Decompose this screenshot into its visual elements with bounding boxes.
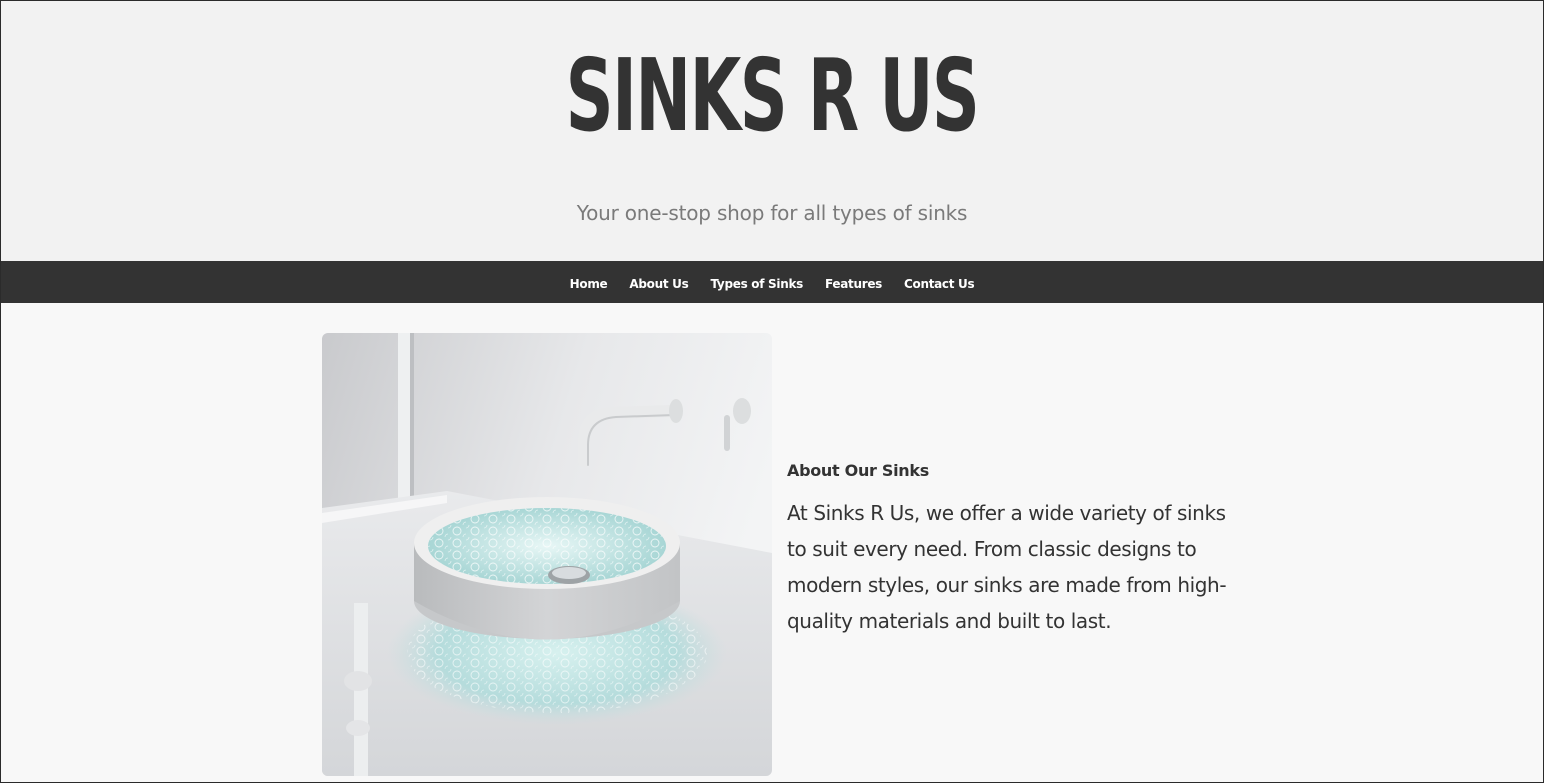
sink-product-image — [322, 333, 772, 776]
nav-item-features: Features — [825, 273, 882, 292]
sink-illustration — [322, 333, 772, 776]
nav-list: Home About Us Types of Sinks Features Co… — [1, 261, 1543, 303]
nav-item-contact-us: Contact Us — [904, 273, 975, 292]
nav-link-features[interactable]: Features — [825, 277, 882, 291]
site-header: SINKS R US Your one-stop shop for all ty… — [1, 1, 1543, 261]
nav-link-about-us[interactable]: About Us — [629, 277, 688, 291]
nav-item-home: Home — [570, 273, 608, 292]
nav-item-about-us: About Us — [629, 273, 688, 292]
nav-link-home[interactable]: Home — [570, 277, 608, 291]
about-heading: About Our Sinks — [787, 461, 929, 480]
site-tagline: Your one-stop shop for all types of sink… — [576, 201, 968, 225]
main-navigation: Home About Us Types of Sinks Features Co… — [1, 261, 1543, 303]
about-description: At Sinks R Us, we offer a wide variety o… — [787, 501, 1227, 633]
nav-item-types-of-sinks: Types of Sinks — [710, 273, 803, 292]
nav-link-contact-us[interactable]: Contact Us — [904, 277, 975, 291]
site-title: SINKS R US — [565, 37, 980, 154]
nav-link-types-of-sinks[interactable]: Types of Sinks — [710, 277, 803, 291]
